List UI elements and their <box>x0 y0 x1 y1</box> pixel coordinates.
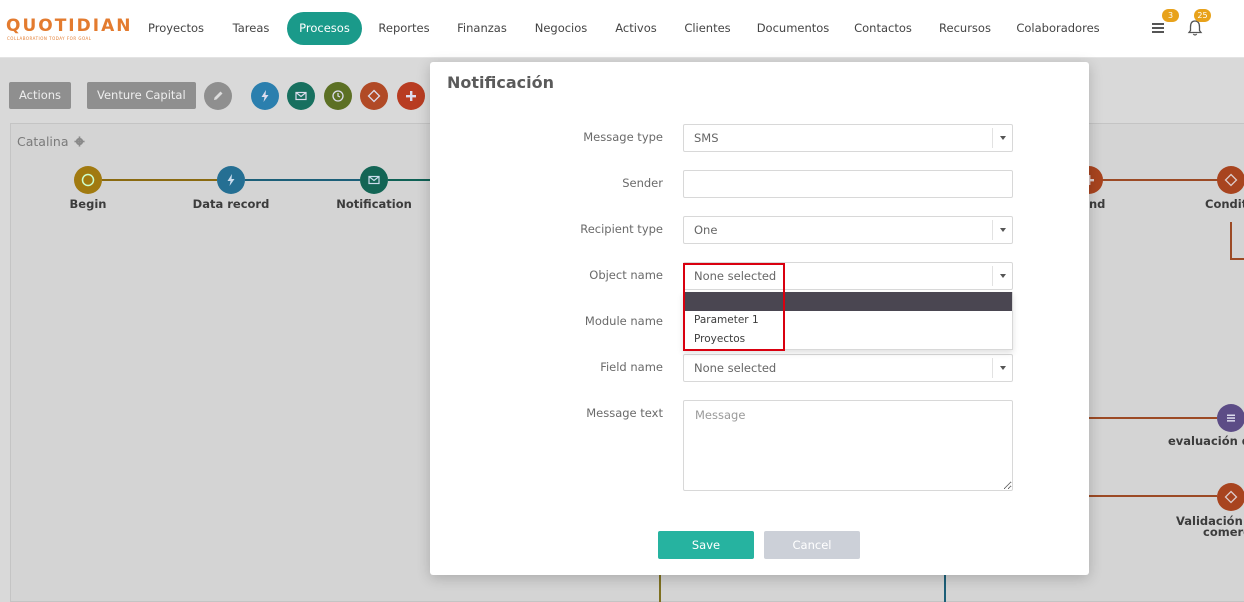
data-record-node-label: Data record <box>192 197 270 211</box>
pencil-icon[interactable] <box>204 82 232 110</box>
tasks-badge: 3 <box>1162 9 1179 22</box>
diamond-icon <box>1224 490 1238 504</box>
lightning-icon <box>227 174 235 186</box>
recipient-type-label: Recipient type <box>580 222 663 236</box>
nav-item-procesos[interactable]: Procesos <box>287 12 362 45</box>
notifications-badge: 25 <box>1194 9 1211 22</box>
nav-item-activos[interactable]: Activos <box>611 12 661 45</box>
diamond-icon <box>1224 173 1238 187</box>
chevron-down-icon[interactable] <box>992 128 1012 148</box>
lightning-icon[interactable] <box>251 82 279 110</box>
evaluation-node-label: evaluación do <box>1168 434 1244 448</box>
begin-node[interactable] <box>74 166 102 194</box>
nav-item-negocios[interactable]: Negocios <box>530 12 592 45</box>
validation-node[interactable] <box>1217 483 1244 511</box>
recipient-type-value: One <box>694 223 718 237</box>
plus-icon[interactable] <box>397 82 425 110</box>
data-record-node[interactable] <box>217 166 245 194</box>
flow-connector <box>1089 495 1217 497</box>
message-type-select[interactable]: SMS <box>683 124 1013 152</box>
nav-item-contactos[interactable]: Contactos <box>850 12 916 45</box>
gear-icon[interactable] <box>74 135 86 150</box>
flow-connector <box>1230 222 1232 260</box>
flow-connector <box>944 575 946 602</box>
notification-node[interactable] <box>360 166 388 194</box>
logo-tagline: COLLABORATION TODAY FOR GOAL <box>7 36 92 41</box>
highlight-box <box>683 263 785 351</box>
module-name-label: Module name <box>584 314 663 328</box>
nav-item-finanzas[interactable]: Finanzas <box>452 12 512 45</box>
nav-item-proyectos[interactable]: Proyectos <box>140 12 212 45</box>
venture-capital-button[interactable]: Venture Capital <box>87 82 196 109</box>
canvas-title: Catalina <box>17 134 86 150</box>
condition-node[interactable] <box>1217 166 1244 194</box>
flow-connector <box>102 179 217 181</box>
flow-connector <box>1089 417 1217 419</box>
top-navigation-bar: QUOTIDIAN COLLABORATION TODAY FOR GOAL P… <box>0 0 1244 58</box>
validation-node-label-line2: comerc <box>1203 525 1244 539</box>
envelope-icon[interactable] <box>287 82 315 110</box>
begin-node-label: Begin <box>69 197 107 211</box>
message-textarea[interactable] <box>683 400 1013 491</box>
chevron-down-icon[interactable] <box>992 358 1012 378</box>
recipient-type-select[interactable]: One <box>683 216 1013 244</box>
list-icon <box>1227 414 1235 422</box>
field-name-label: Field name <box>600 360 663 374</box>
flow-connector <box>1089 179 1219 181</box>
modal-title: Notificación <box>447 73 555 92</box>
evaluation-node[interactable] <box>1217 404 1244 432</box>
condition-node-label: Conditi <box>1205 197 1244 211</box>
flow-connector <box>1230 258 1244 260</box>
save-button[interactable]: Save <box>658 531 754 559</box>
envelope-icon <box>368 175 380 185</box>
partial-node-label: nd <box>1089 197 1106 211</box>
nav-item-documentos[interactable]: Documentos <box>754 12 832 45</box>
message-type-value: SMS <box>694 131 719 145</box>
field-name-select[interactable]: None selected <box>683 354 1013 382</box>
diamond-icon[interactable] <box>360 82 388 110</box>
nav-item-tareas[interactable]: Tareas <box>226 12 276 45</box>
message-type-label: Message type <box>583 130 663 144</box>
nav-item-reportes[interactable]: Reportes <box>374 12 434 45</box>
field-name-value: None selected <box>694 361 777 375</box>
logo-text: QUOTIDIAN <box>6 16 133 36</box>
notification-modal: Notificación Message type SMS Sender Rec… <box>430 62 1089 575</box>
canvas-title-text: Catalina <box>17 134 69 149</box>
nav-item-clientes[interactable]: Clientes <box>680 12 735 45</box>
flow-connector <box>659 575 661 602</box>
nav-item-colaboradores[interactable]: Colaboradores <box>1014 12 1102 45</box>
chevron-down-icon[interactable] <box>992 266 1012 286</box>
nav-item-recursos[interactable]: Recursos <box>935 12 995 45</box>
chevron-down-icon[interactable] <box>992 220 1012 240</box>
notification-node-label: Notification <box>336 197 412 211</box>
actions-button[interactable]: Actions <box>9 82 72 109</box>
sender-label: Sender <box>622 176 663 190</box>
message-text-label: Message text <box>586 406 663 420</box>
circle-icon <box>81 173 95 187</box>
clock-icon[interactable] <box>324 82 352 110</box>
app-logo[interactable]: QUOTIDIAN COLLABORATION TODAY FOR GOAL <box>6 16 130 44</box>
sender-input[interactable] <box>683 170 1013 198</box>
flow-connector <box>388 179 430 181</box>
flow-connector <box>245 179 360 181</box>
object-name-label: Object name <box>589 268 663 282</box>
cancel-button[interactable]: Cancel <box>764 531 860 559</box>
